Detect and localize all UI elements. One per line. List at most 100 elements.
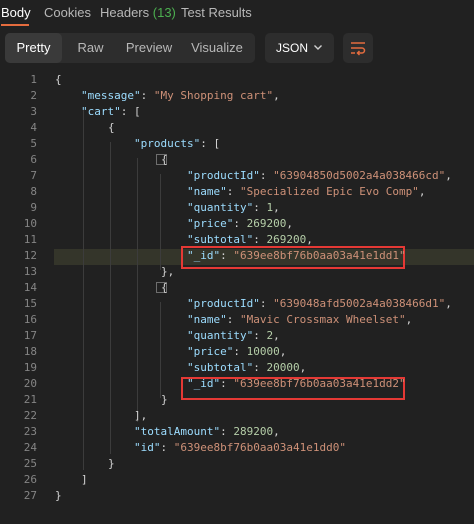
code-token: "price" [187, 217, 234, 230]
code-token: : [ [200, 137, 221, 150]
code-token: } [55, 489, 62, 502]
code-token: "cart" [81, 105, 121, 118]
active-tab-indicator [1, 24, 29, 26]
code-line: 20 "_id": "639ee8bf76b0aa03a41e1dd2" [0, 376, 474, 392]
line-number: 24 [23, 441, 37, 454]
code-token: "639ee8bf76b0aa03a41e1dd2" [233, 377, 406, 390]
code-token: ], [134, 409, 148, 422]
code-token: , [273, 89, 280, 102]
code-line: 19 "subtotal": 20000, [0, 360, 474, 376]
line-number: 13 [23, 265, 37, 278]
code-text: "_id": "639ee8bf76b0aa03a41e1dd1" [187, 248, 406, 264]
code-token: 20000 [266, 361, 300, 374]
code-token: : [253, 329, 267, 342]
wrap-lines-button[interactable] [343, 33, 373, 63]
code-line: 27} [0, 488, 474, 504]
code-token: : [220, 249, 234, 262]
code-token: "639048afd5002a4a038466d1" [273, 297, 446, 310]
code-token: "subtotal" [187, 233, 254, 246]
line-number: 6 [30, 153, 37, 166]
wrap-lines-icon [349, 39, 367, 62]
line-number: 22 [23, 409, 37, 422]
code-token: , [273, 201, 280, 214]
code-text: } [161, 392, 168, 408]
code-token: "name" [187, 185, 227, 198]
code-text: } [108, 456, 115, 472]
code-text: "subtotal": 20000, [187, 360, 306, 376]
code-token: "productId" [187, 297, 260, 310]
code-token: : [253, 361, 267, 374]
chevron-down-icon [313, 41, 323, 55]
line-number: 19 [23, 361, 37, 374]
code-token: { [161, 153, 168, 166]
line-number: 10 [23, 217, 37, 230]
tab-test-results[interactable]: Test Results [181, 5, 252, 20]
code-text: { [161, 152, 168, 168]
code-token: : [259, 297, 274, 310]
code-line: 8 "name": "Specialized Epic Evo Comp", [0, 184, 474, 200]
response-toolbar: Pretty Raw Preview Visualize JSON [0, 30, 474, 66]
code-token: "My Shopping cart" [153, 89, 274, 102]
code-token: } [108, 457, 115, 470]
code-line: 17 "quantity": 2, [0, 328, 474, 344]
code-line: 26] [0, 472, 474, 488]
code-token: "Mavic Crossmax Wheelset" [240, 313, 406, 326]
code-token: : [253, 201, 267, 214]
code-token: : [ [120, 105, 141, 118]
code-token: "quantity" [187, 329, 254, 342]
code-token: "Specialized Epic Evo Comp" [240, 185, 419, 198]
view-visualize-button[interactable]: Visualize [179, 33, 255, 63]
code-token: "quantity" [187, 201, 254, 214]
tab-headers[interactable]: Headers (13) [100, 5, 176, 20]
line-number: 8 [30, 185, 37, 198]
code-token: 269200 [246, 217, 287, 230]
code-token: "id" [134, 441, 161, 454]
code-token: : [233, 345, 247, 358]
code-token: , [405, 313, 413, 326]
line-number: 9 [30, 201, 37, 214]
code-line: 13}, [0, 264, 474, 280]
code-line: 7 "productId": "63904850d5002a4a038466cd"… [0, 168, 474, 184]
code-text: "totalAmount": 289200, [134, 424, 280, 440]
code-token: 289200 [233, 425, 274, 438]
line-number: 23 [23, 425, 37, 438]
code-line: 9 "quantity": 1, [0, 200, 474, 216]
code-token: , [299, 361, 307, 374]
code-token: : [253, 233, 267, 246]
code-text: ] [81, 472, 88, 488]
code-token: , [445, 297, 452, 310]
code-text: { [108, 120, 115, 136]
code-token: , [418, 185, 426, 198]
code-token: : [233, 217, 247, 230]
line-number: 2 [30, 89, 37, 102]
code-text: "id": "639ee8bf76b0aa03a41e1dd0" [134, 440, 346, 456]
code-token: }, [161, 265, 175, 278]
code-token: "totalAmount" [134, 425, 221, 438]
code-line: 6{ [0, 152, 474, 168]
code-text: }, [161, 264, 174, 280]
view-pretty-button[interactable]: Pretty [5, 33, 62, 63]
tab-body[interactable]: Body [1, 5, 31, 20]
code-line: 25} [0, 456, 474, 472]
code-line: 15 "productId": "639048afd5002a4a038466d1… [0, 296, 474, 312]
code-token: "price" [187, 345, 234, 358]
code-text: "cart": [ [81, 104, 141, 120]
view-preview-button[interactable]: Preview [119, 33, 179, 63]
line-number: 5 [30, 137, 37, 150]
code-text: ], [134, 408, 147, 424]
line-number: 11 [23, 233, 37, 246]
code-token: { [108, 121, 115, 134]
json-response-editor[interactable]: 1{2 "message": "My Shopping cart", 3 "cart"… [0, 70, 474, 524]
line-number: 25 [23, 457, 37, 470]
line-number: 21 [23, 393, 37, 406]
code-text: "productId": "639048afd5002a4a038466d1", [187, 296, 452, 312]
code-line: 18 "price": 10000, [0, 344, 474, 360]
code-token: : [220, 425, 234, 438]
view-raw-button[interactable]: Raw [62, 33, 119, 63]
code-token: { [55, 73, 62, 86]
line-number: 17 [23, 329, 37, 342]
code-token: : [140, 89, 154, 102]
tab-cookies[interactable]: Cookies [44, 5, 91, 20]
line-number: 14 [23, 281, 37, 294]
format-dropdown[interactable]: JSON [265, 33, 334, 63]
